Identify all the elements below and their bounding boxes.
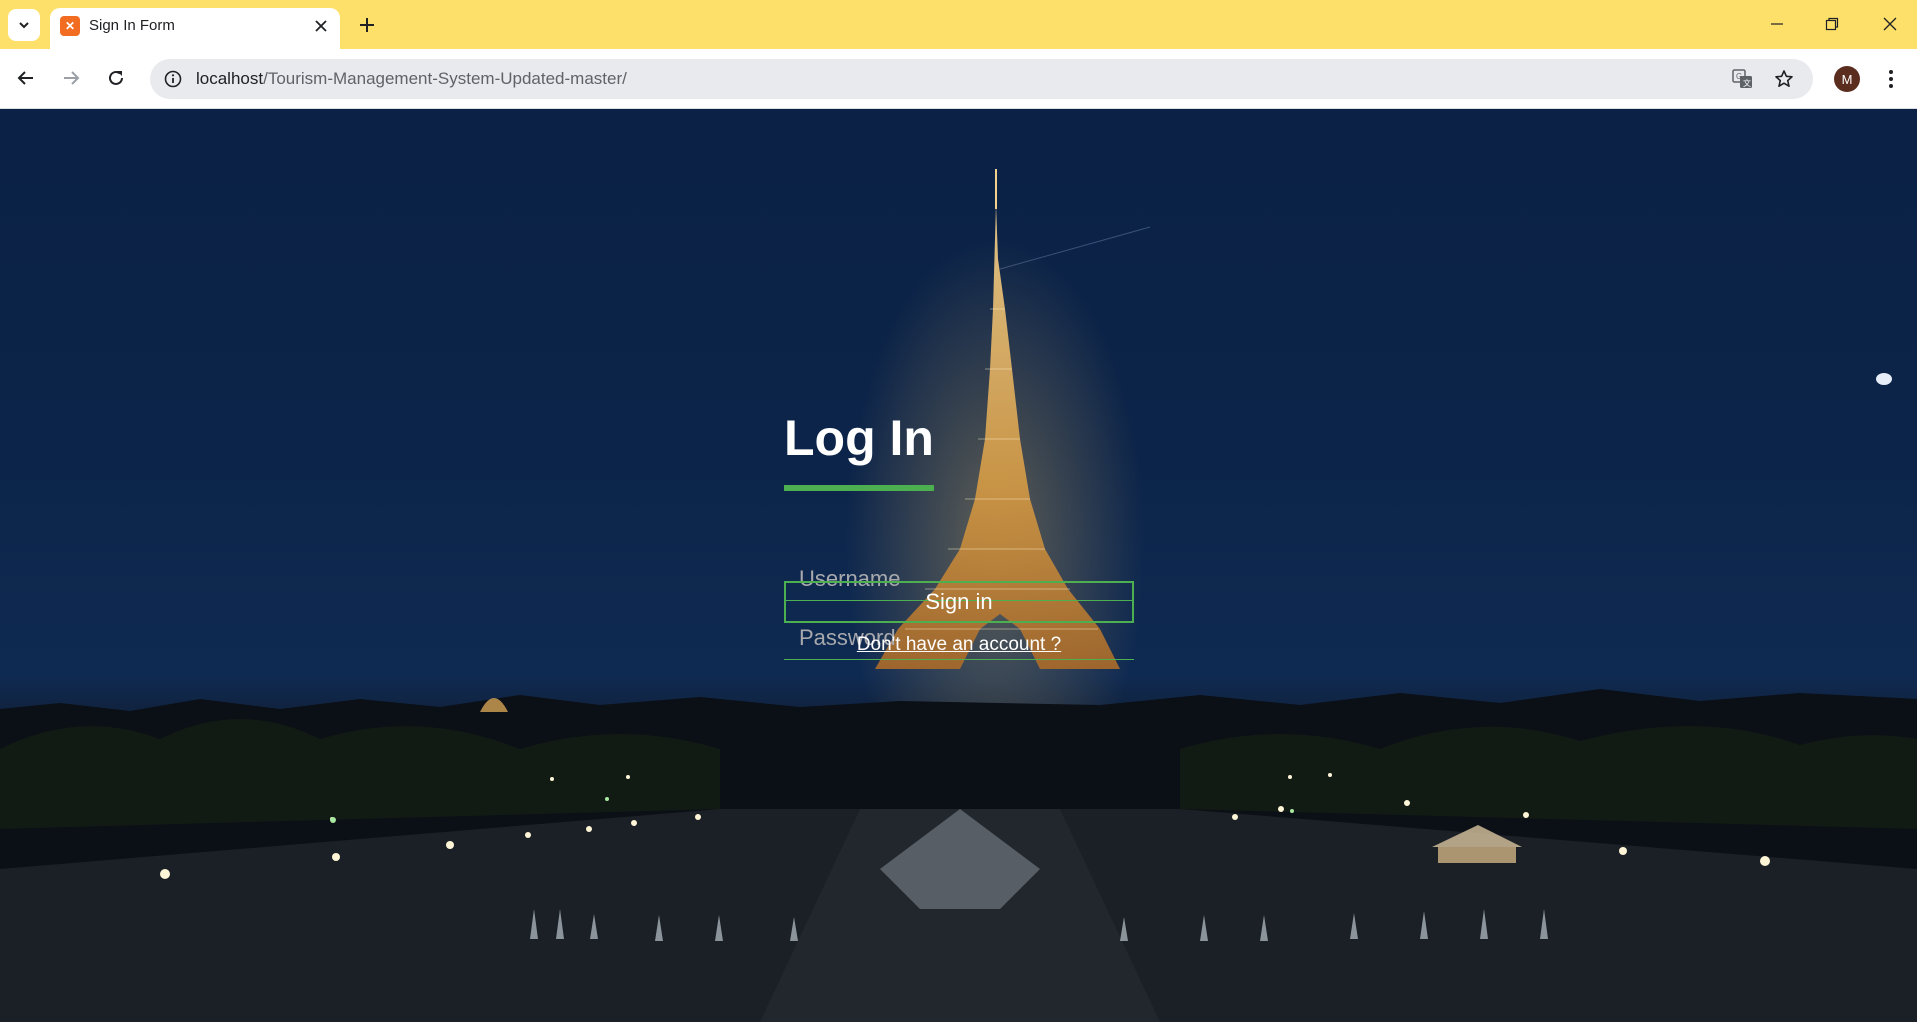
- browser-menu-button[interactable]: [1878, 63, 1904, 95]
- title-underline: [784, 485, 934, 491]
- plus-icon: [360, 18, 374, 32]
- forward-button[interactable]: [54, 61, 88, 95]
- star-icon: [1775, 70, 1793, 87]
- more-vertical-icon: [1889, 70, 1893, 88]
- info-icon: [164, 70, 182, 88]
- tab-title: Sign In Form: [89, 17, 175, 34]
- url-path: /Tourism-Management-System-Updated-maste…: [263, 69, 627, 88]
- chevron-down-icon: [19, 22, 29, 29]
- profile-avatar[interactable]: M: [1834, 66, 1860, 92]
- minimize-icon: [1771, 23, 1783, 25]
- new-tab-button[interactable]: [354, 12, 380, 38]
- back-button[interactable]: [9, 61, 43, 95]
- url-host: localhost: [196, 69, 264, 88]
- browser-toolbar: localhost/Tourism-Management-System-Upda…: [0, 49, 1917, 109]
- xampp-favicon-icon: ✕: [60, 16, 80, 36]
- signup-link[interactable]: Don't have an account ?: [784, 634, 1134, 656]
- restore-icon: [1825, 17, 1839, 31]
- svg-text:G: G: [1736, 72, 1742, 81]
- tab-close-button[interactable]: [312, 17, 330, 35]
- arrow-left-icon: [17, 71, 33, 85]
- sign-in-button[interactable]: Sign in: [784, 581, 1134, 623]
- reload-icon: [109, 70, 123, 85]
- translate-button[interactable]: G文: [1730, 66, 1756, 92]
- arrow-right-icon: [64, 71, 80, 85]
- close-icon: [1883, 17, 1897, 31]
- close-icon: [315, 20, 327, 32]
- close-window-button[interactable]: [1870, 8, 1910, 40]
- tab-search-button[interactable]: [8, 9, 40, 41]
- bookmark-button[interactable]: [1771, 66, 1797, 92]
- svg-text:文: 文: [1743, 78, 1751, 88]
- restore-button[interactable]: [1812, 8, 1852, 40]
- translate-icon: G文: [1732, 69, 1752, 88]
- browser-tab-active[interactable]: ✕ Sign In Form: [50, 8, 340, 49]
- site-info-button[interactable]: [160, 66, 186, 92]
- reload-button[interactable]: [99, 61, 133, 95]
- address-bar[interactable]: localhost/Tourism-Management-System-Upda…: [150, 59, 1813, 99]
- url-text[interactable]: localhost/Tourism-Management-System-Upda…: [196, 69, 627, 89]
- minimize-button[interactable]: [1757, 8, 1797, 40]
- login-title: Log In: [784, 410, 934, 466]
- browser-titlebar: ✕ Sign In Form: [0, 0, 1917, 49]
